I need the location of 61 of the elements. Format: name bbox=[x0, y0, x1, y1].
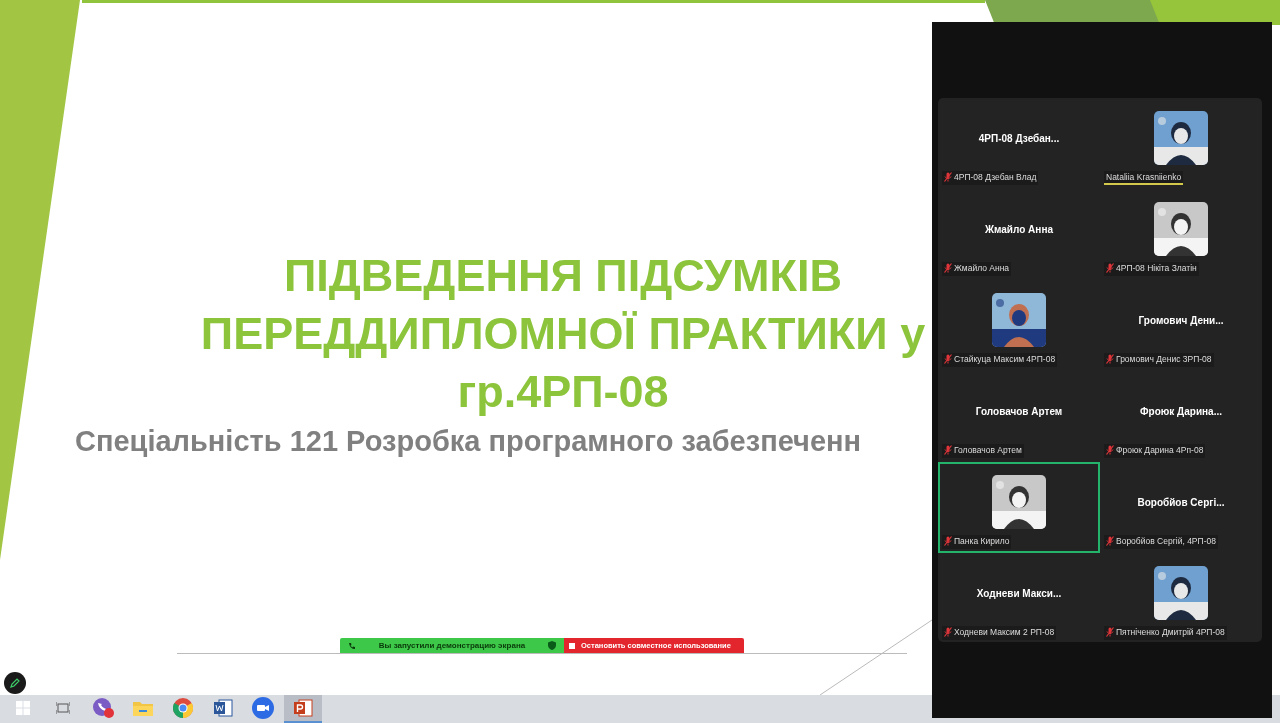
windows-icon bbox=[16, 701, 30, 715]
participant-tile[interactable]: Фроюк Дарина... Фроюк Дарина 4Рп-08 bbox=[1100, 371, 1262, 462]
participant-tile[interactable]: Жмайло Анна Жмайло Анна bbox=[938, 189, 1100, 280]
participant-name: Головачов Артем bbox=[975, 406, 1063, 417]
participant-label-text: Пятніченко Дмитрій 4РП-08 bbox=[1116, 627, 1225, 637]
presentation-app-icon bbox=[293, 698, 313, 718]
participant-label-text: Громович Денис 3РП-08 bbox=[1116, 354, 1212, 364]
taskbar-app-button[interactable] bbox=[284, 695, 322, 723]
participant-name: Фроюк Дарина... bbox=[1140, 406, 1222, 417]
participant-name: Ходневи Макси... bbox=[976, 588, 1062, 599]
slide-title: ПЕРЕДДИПЛОМНОЇ ПРАКТИКИ у bbox=[200, 307, 926, 361]
participant-label-text: 4РП-08 Нікіта Златін bbox=[1116, 263, 1197, 273]
muted-mic-icon bbox=[944, 263, 952, 273]
muted-mic-icon bbox=[1106, 354, 1114, 364]
muted-mic-icon bbox=[944, 354, 952, 364]
shield-icon bbox=[548, 641, 556, 650]
muted-mic-icon bbox=[1106, 445, 1114, 455]
participant-name: Громович Дени... bbox=[1138, 315, 1224, 326]
muted-mic-icon bbox=[1106, 536, 1114, 546]
participant-tile[interactable]: Громович Дени... Громович Денис 3РП-08 bbox=[1100, 280, 1262, 371]
participant-label-text: Панка Кирило bbox=[954, 536, 1010, 546]
muted-mic-icon bbox=[944, 627, 952, 637]
participant-name: 4РП-08 Дзебан... bbox=[978, 133, 1060, 144]
participant-name: Жмайло Анна bbox=[985, 224, 1053, 235]
slide-title: ПІДВЕДЕННЯ ПІДСУМКІВ bbox=[283, 249, 843, 303]
participant-label-text: Nataliia Krasniienko bbox=[1106, 172, 1182, 182]
participant-tile[interactable]: Ходневи Макси... Ходневи Максим 2 РП-08 bbox=[938, 553, 1100, 644]
stop-icon bbox=[569, 642, 575, 649]
folder-icon bbox=[133, 700, 153, 716]
slide-subtitle: Спеціальність 121 Розробка програмного забезпеченн bbox=[75, 425, 862, 458]
pen-button[interactable] bbox=[4, 672, 26, 694]
participant-tile[interactable]: 4РП-08 Дзебан... 4РП-08 Дзебан Влад bbox=[938, 98, 1100, 189]
participant-label-text: Ходневи Максим 2 РП-08 bbox=[954, 627, 1055, 637]
pen-icon bbox=[10, 678, 20, 688]
participant-label-text: Головачов Артем bbox=[954, 445, 1022, 455]
video-app-icon bbox=[252, 697, 274, 719]
sharing-status-text: Вы запустили демонстрацию экрана bbox=[378, 641, 526, 650]
participant-tile[interactable]: Стайкуца Максим 4РП-08 bbox=[938, 280, 1100, 371]
phone-icon bbox=[348, 641, 356, 650]
participant-name: Воробйов Сергі... bbox=[1137, 497, 1225, 508]
participant-tile[interactable]: 4РП-08 Нікіта Златін bbox=[1100, 189, 1262, 280]
participant-tile[interactable]: Nataliia Krasniienko bbox=[1100, 98, 1262, 189]
participant-label-text: Фроюк Дарина 4Рп-08 bbox=[1116, 445, 1204, 455]
muted-mic-icon bbox=[1106, 627, 1114, 637]
muted-mic-icon bbox=[944, 172, 952, 182]
participant-label-text: Жмайло Анна bbox=[954, 263, 1010, 273]
chat-app-icon bbox=[92, 697, 114, 719]
muted-mic-icon bbox=[1106, 263, 1114, 273]
slide-title: гр.4РП-08 bbox=[457, 365, 669, 419]
participant-label-text: Воробйов Сергій, 4РП-08 bbox=[1116, 536, 1216, 546]
browser-icon bbox=[173, 698, 193, 718]
muted-mic-icon bbox=[944, 445, 952, 455]
task-view-icon bbox=[56, 702, 70, 714]
muted-mic-icon bbox=[944, 536, 952, 546]
participant-tile[interactable]: Пятніченко Дмитрій 4РП-08 bbox=[1100, 553, 1262, 644]
participant-tile[interactable]: Воробйов Сергі... Воробйов Сергій, 4РП-08 bbox=[1100, 462, 1262, 553]
participant-label-text: 4РП-08 Дзебан Влад bbox=[954, 172, 1037, 182]
participant-label-text: Стайкуца Максим 4РП-08 bbox=[954, 354, 1056, 364]
participant-tile[interactable]: Панка Кирило bbox=[938, 462, 1100, 553]
document-app-icon bbox=[213, 698, 233, 718]
participant-tile[interactable]: Головачов Артем Головачов Артем bbox=[938, 371, 1100, 462]
